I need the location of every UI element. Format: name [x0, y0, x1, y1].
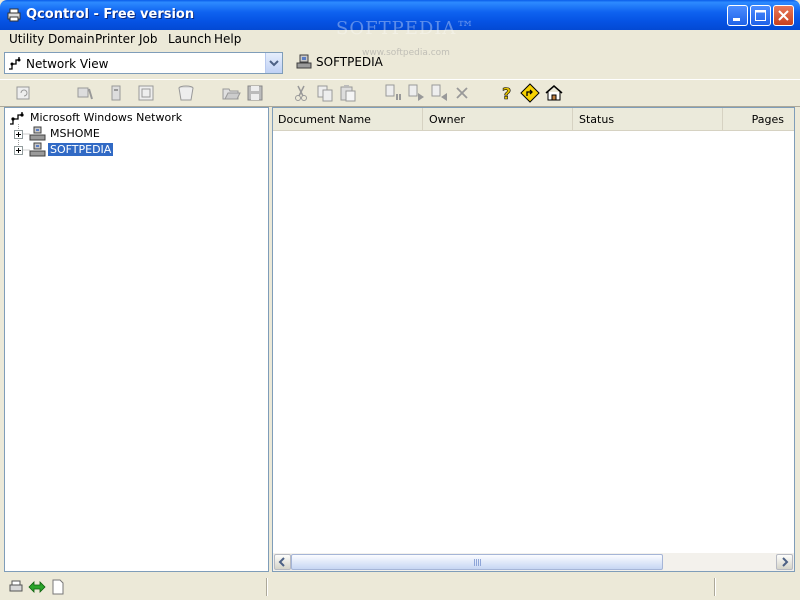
scroll-left-button[interactable]	[274, 554, 291, 570]
maximize-button[interactable]	[750, 5, 771, 26]
maximize-icon	[755, 10, 766, 21]
trash-icon[interactable]	[176, 83, 196, 103]
column-status[interactable]: Status	[573, 108, 723, 130]
horizontal-scrollbar[interactable]	[273, 553, 794, 571]
printer-icon[interactable]	[106, 83, 126, 103]
transfer-arrows-icon	[28, 581, 46, 593]
cut-icon[interactable]	[291, 83, 311, 103]
view-select-value: Network View	[26, 57, 109, 71]
menu-launch[interactable]: Launch	[168, 32, 211, 46]
home-icon[interactable]	[544, 83, 564, 103]
tree-node-label-selected: SOFTPEDIA	[48, 143, 114, 156]
chevron-left-icon	[278, 557, 285, 567]
pause-job-icon[interactable]	[383, 83, 403, 103]
tree-root-label: Microsoft Windows Network	[30, 111, 183, 124]
status-bar	[0, 575, 800, 600]
resume-job-icon[interactable]	[406, 83, 426, 103]
printer-app-icon	[7, 8, 21, 22]
menu-help[interactable]: Help	[214, 32, 241, 46]
save-icon[interactable]	[245, 83, 265, 103]
refresh-icon[interactable]	[13, 83, 33, 103]
help-icon[interactable]: ?	[497, 83, 517, 103]
open-folder-icon[interactable]	[221, 83, 241, 103]
minimize-button[interactable]	[727, 5, 748, 26]
server-icon	[296, 54, 312, 69]
menu-job[interactable]: Job	[139, 32, 158, 46]
network-icon	[10, 112, 24, 125]
tree-node-softpedia[interactable]: SOFTPEDIA	[13, 142, 213, 158]
tree-root[interactable]: Microsoft Windows Network	[9, 110, 209, 126]
svg-text:?: ?	[502, 84, 511, 103]
document-icon	[52, 579, 64, 595]
expand-softpedia-button[interactable]	[14, 146, 23, 155]
current-server-label: SOFTPEDIA	[316, 55, 383, 69]
domain-icon	[29, 142, 46, 157]
domain-icon	[29, 126, 46, 141]
printer-properties-icon[interactable]	[136, 83, 156, 103]
view-select[interactable]: Network View	[4, 52, 283, 74]
close-button[interactable]	[773, 5, 794, 26]
column-document-name[interactable]: Document Name	[273, 108, 423, 130]
printer-status-icon	[9, 580, 23, 592]
printer-settings-icon[interactable]	[75, 83, 95, 103]
scrollbar-thumb[interactable]	[291, 554, 663, 570]
column-owner[interactable]: Owner	[423, 108, 573, 130]
network-tree[interactable]: Microsoft Windows Network MSHOME SOFTPED…	[4, 107, 269, 572]
view-select-dropdown-button[interactable]	[265, 53, 282, 73]
toolbar: ?	[0, 79, 800, 107]
menu-domain[interactable]: Domain	[48, 32, 95, 46]
delete-job-icon[interactable]	[452, 83, 472, 103]
column-pages[interactable]: Pages	[723, 108, 794, 130]
direction-sign-icon[interactable]	[520, 83, 540, 103]
menu-utility[interactable]: Utility	[9, 32, 44, 46]
list-header: Document Name Owner Status Pages	[273, 108, 794, 131]
menu-bar: Utility Domain Printer Job Launch Help	[0, 30, 800, 49]
chevron-down-icon	[269, 60, 279, 67]
menu-printer[interactable]: Printer	[95, 32, 135, 46]
tree-node-label: MSHOME	[50, 127, 100, 140]
network-icon	[9, 57, 21, 70]
restart-job-icon[interactable]	[429, 83, 449, 103]
tree-node-mshome[interactable]: MSHOME	[13, 126, 213, 142]
close-icon	[778, 10, 789, 21]
job-list[interactable]: Document Name Owner Status Pages	[272, 107, 795, 572]
window-title: Qcontrol - Free version	[26, 7, 195, 22]
scroll-right-button[interactable]	[776, 554, 793, 570]
copy-icon[interactable]	[315, 83, 335, 103]
paste-icon[interactable]	[338, 83, 358, 103]
chevron-right-icon	[782, 557, 789, 567]
minimize-icon	[733, 18, 740, 21]
expand-mshome-button[interactable]	[14, 130, 23, 139]
